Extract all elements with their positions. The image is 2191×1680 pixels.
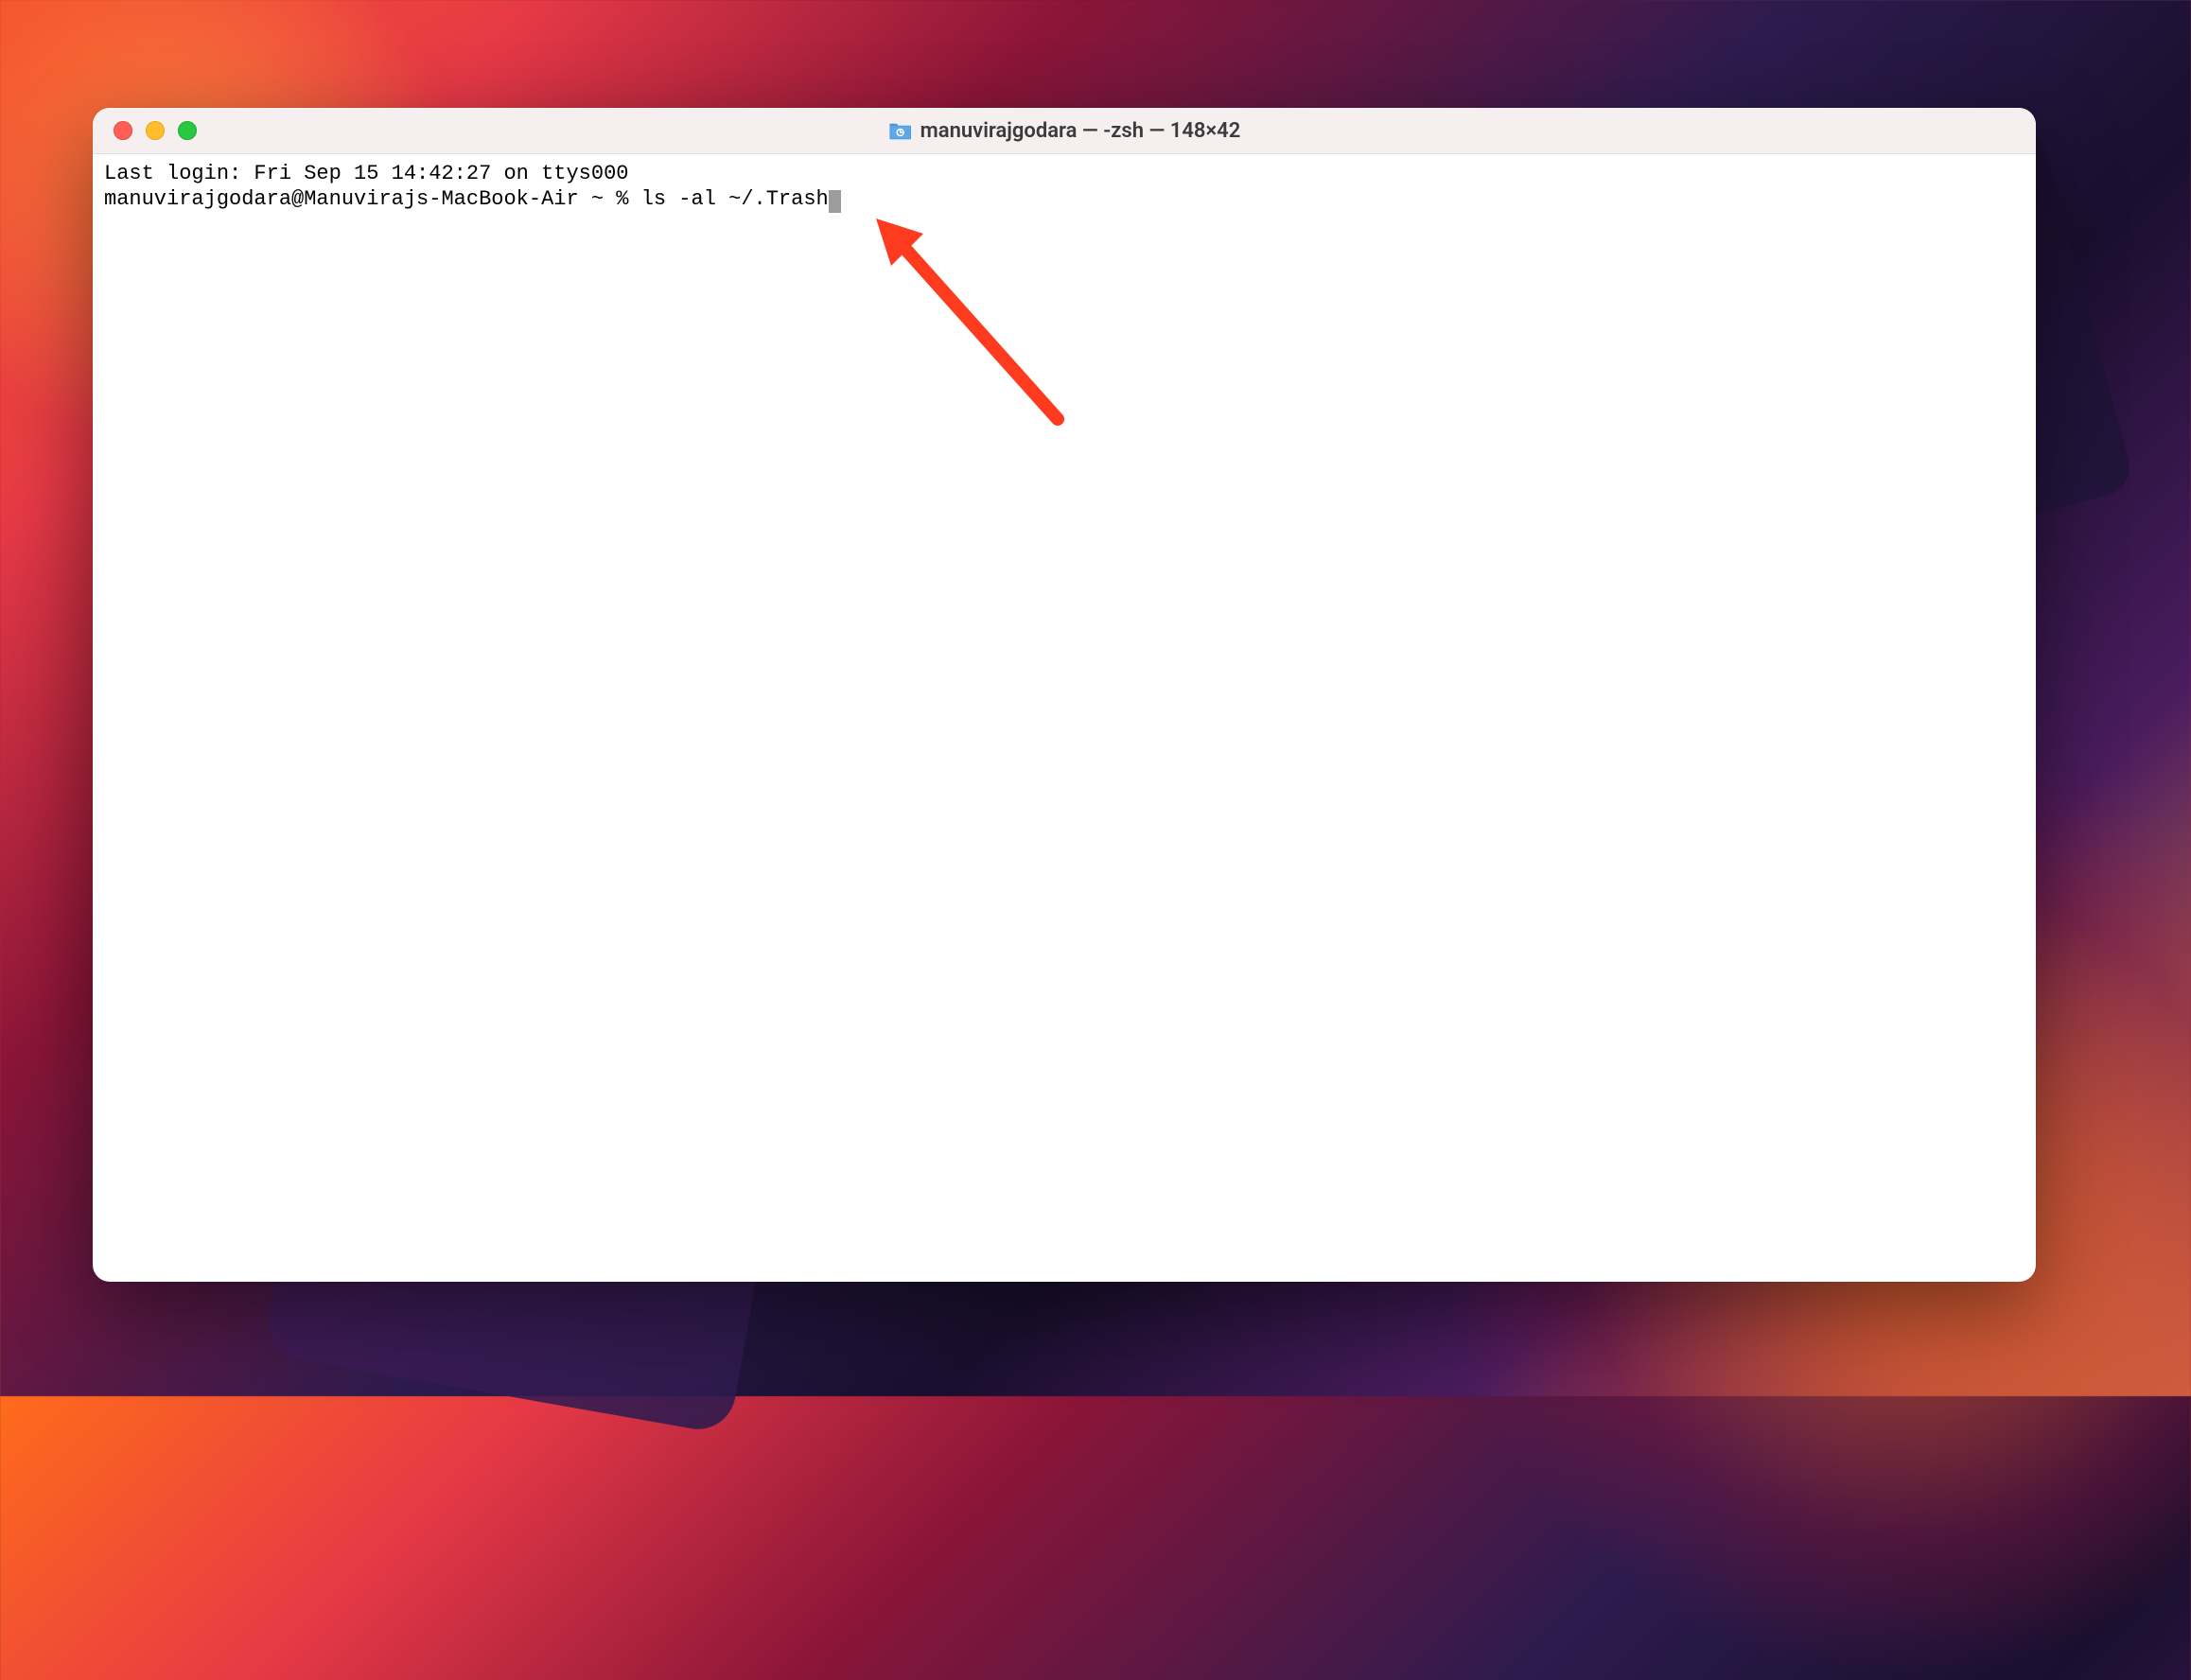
text-cursor (829, 190, 841, 213)
close-button[interactable] (114, 121, 132, 140)
minimize-button[interactable] (146, 121, 165, 140)
window-title-text: manuvirajgodara — -zsh — 148×42 (920, 119, 1241, 143)
window-title: manuvirajgodara — -zsh — 148×42 (888, 119, 1241, 143)
title-bar[interactable]: manuvirajgodara — -zsh — 148×42 (93, 108, 2036, 154)
terminal-window: manuvirajgodara — -zsh — 148×42 Last log… (93, 108, 2036, 1282)
folder-icon (888, 120, 913, 141)
terminal-output-line: Last login: Fri Sep 15 14:42:27 on ttys0… (104, 162, 2024, 187)
terminal-content[interactable]: Last login: Fri Sep 15 14:42:27 on ttys0… (93, 154, 2036, 296)
terminal-prompt-line: manuvirajgodara@Manuvirajs-MacBook-Air ~… (104, 187, 2024, 213)
annotation-arrow-icon (859, 201, 1105, 447)
shell-command: ls -al ~/.Trash (641, 187, 829, 211)
maximize-button[interactable] (178, 121, 197, 140)
shell-prompt: manuvirajgodara@Manuvirajs-MacBook-Air ~… (104, 187, 641, 211)
traffic-lights (93, 121, 197, 140)
